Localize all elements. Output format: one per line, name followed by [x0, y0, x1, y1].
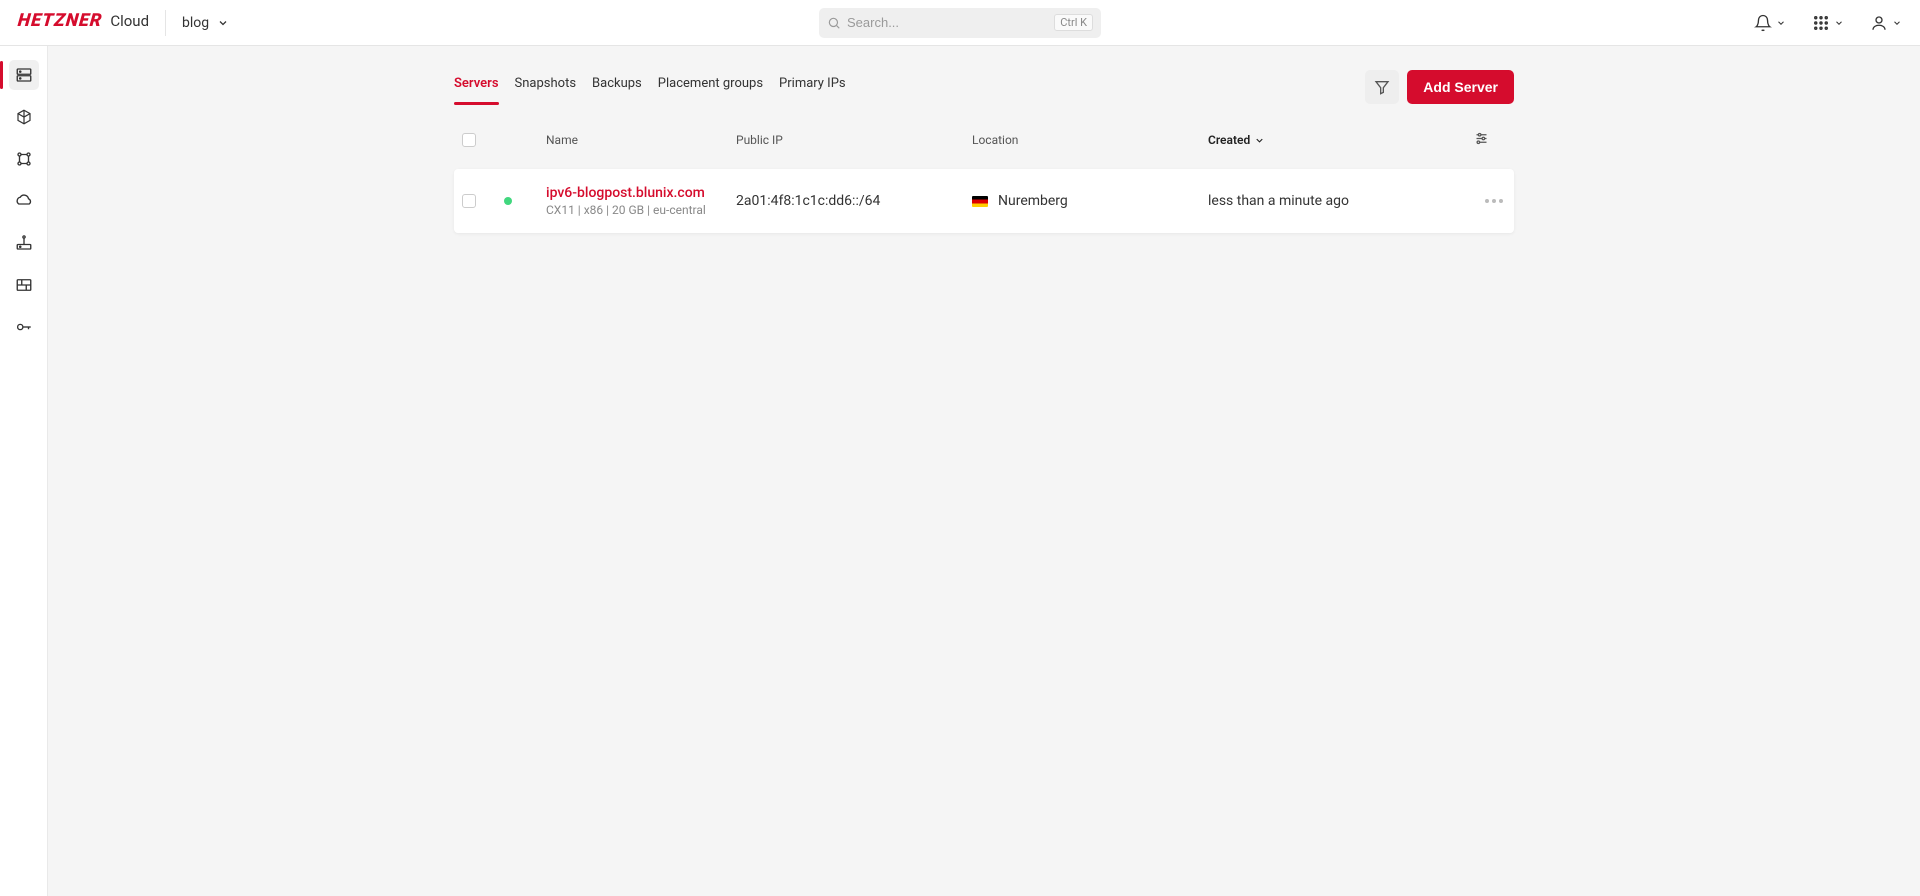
sidebar-item-networks[interactable]	[9, 228, 39, 258]
tab-label: Placement groups	[658, 76, 763, 91]
cell-public-ip: 2a01:4f8:1c1c:dd6::/64	[736, 193, 972, 209]
topbar: HETZNER Cloud blog Ctrl K	[0, 0, 1920, 46]
tab-servers[interactable]: Servers	[454, 68, 499, 105]
cell-location: Nuremberg	[972, 193, 1208, 209]
select-all-checkbox[interactable]	[462, 133, 476, 147]
notifications-button[interactable]	[1754, 14, 1786, 32]
search-shortcut: Ctrl K	[1054, 14, 1093, 31]
table-header: Name Public IP Location Created	[454, 131, 1514, 159]
filter-button[interactable]	[1365, 70, 1399, 104]
tab-label: Backups	[592, 76, 642, 91]
key-icon	[15, 318, 33, 336]
project-selector[interactable]: blog	[166, 15, 245, 31]
table-row[interactable]: ipv6-blogpost.blunix.com CX11 | x86 | 20…	[454, 169, 1514, 233]
column-created[interactable]: Created	[1208, 133, 1414, 147]
tabs: Servers Snapshots Backups Placement grou…	[454, 68, 1365, 105]
sidebar	[0, 46, 48, 896]
add-server-button[interactable]: Add Server	[1407, 70, 1514, 104]
server-icon	[15, 66, 33, 84]
sidebar-item-floating-ips[interactable]	[9, 186, 39, 216]
row-checkbox[interactable]	[462, 194, 476, 208]
load-balancer-icon	[15, 150, 33, 168]
column-location: Location	[972, 133, 1208, 147]
chevron-down-icon	[217, 17, 229, 29]
tab-label: Servers	[454, 76, 499, 91]
brand-subtext: Cloud	[110, 12, 149, 30]
brand[interactable]: HETZNER Cloud	[18, 10, 166, 36]
volume-icon	[15, 108, 33, 126]
apps-button[interactable]	[1812, 14, 1844, 32]
bell-icon	[1754, 14, 1772, 32]
network-icon	[15, 234, 33, 252]
tab-backups[interactable]: Backups	[592, 68, 642, 105]
server-specs: CX11 | x86 | 20 GB | eu-central	[546, 203, 736, 217]
servers-table: Name Public IP Location Created	[454, 131, 1514, 233]
column-public-ip: Public IP	[736, 133, 972, 147]
status-indicator	[504, 197, 512, 205]
sidebar-item-firewalls[interactable]	[9, 270, 39, 300]
sidebar-item-security[interactable]	[9, 312, 39, 342]
tab-label: Primary IPs	[779, 76, 846, 91]
chevron-down-icon	[1776, 18, 1786, 28]
cell-created: less than a minute ago	[1208, 193, 1414, 209]
tab-primary-ips[interactable]: Primary IPs	[779, 68, 846, 105]
sidebar-item-servers[interactable]	[9, 60, 39, 90]
flag-de-icon	[972, 196, 988, 207]
search-input[interactable]	[841, 15, 1054, 30]
topbar-right	[1754, 14, 1902, 32]
firewall-icon	[15, 276, 33, 294]
tabs-row: Servers Snapshots Backups Placement grou…	[454, 68, 1514, 105]
sliders-icon	[1474, 131, 1489, 146]
tab-label: Snapshots	[515, 76, 577, 91]
apps-grid-icon	[1812, 14, 1830, 32]
chevron-down-icon	[1834, 18, 1844, 28]
chevron-down-icon	[1254, 135, 1265, 146]
search-icon	[827, 16, 841, 30]
chevron-down-icon	[1892, 18, 1902, 28]
sidebar-item-load-balancers[interactable]	[9, 144, 39, 174]
account-button[interactable]	[1870, 14, 1902, 32]
row-actions-button[interactable]	[1474, 199, 1514, 203]
search-input-wrapper[interactable]: Ctrl K	[819, 8, 1101, 38]
floating-ip-icon	[15, 192, 33, 210]
user-icon	[1870, 14, 1888, 32]
project-name: blog	[182, 15, 209, 31]
column-settings-button[interactable]	[1474, 131, 1514, 149]
tab-placement-groups[interactable]: Placement groups	[658, 68, 763, 105]
tab-snapshots[interactable]: Snapshots	[515, 68, 577, 105]
column-name: Name	[546, 133, 736, 147]
server-name-link[interactable]: ipv6-blogpost.blunix.com	[546, 185, 736, 201]
filter-icon	[1374, 79, 1390, 95]
brand-logo: HETZNER	[17, 10, 104, 31]
location-text: Nuremberg	[998, 193, 1068, 209]
main: Servers Snapshots Backups Placement grou…	[48, 46, 1920, 896]
sidebar-item-volumes[interactable]	[9, 102, 39, 132]
